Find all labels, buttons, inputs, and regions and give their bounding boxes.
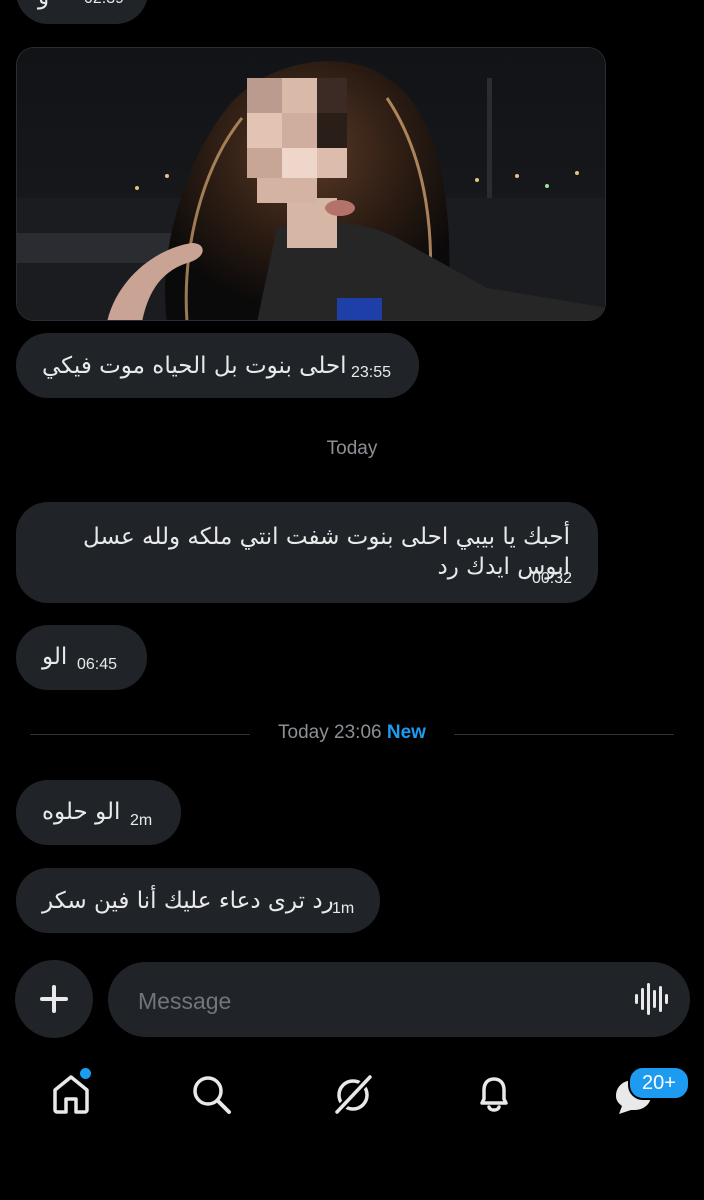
message-time: 02:39 (84, 0, 124, 8)
messages-badge: 20+ (628, 1066, 690, 1100)
plus-icon (40, 985, 68, 1013)
nav-notifications[interactable] (472, 1072, 516, 1116)
date-separator: Today (326, 438, 378, 459)
message-bubble[interactable]: رد ترى دعاء عليك أنا فين سكر 1m (16, 868, 380, 933)
voice-waveform-icon[interactable] (634, 981, 668, 1017)
add-attachment-button[interactable] (15, 960, 93, 1038)
message-input[interactable] (136, 980, 610, 1022)
search-icon (193, 1076, 231, 1114)
message-bubble[interactable]: الو 06:45 (16, 625, 147, 690)
message-time: 2m (130, 812, 153, 829)
message-text: و (38, 0, 49, 12)
message-time: 06:45 (77, 656, 118, 673)
message-bubble[interactable]: أحبك يا بيبي احلى بنوت شفت انتي ملكه ولل… (16, 502, 598, 603)
message-composer (108, 962, 690, 1037)
new-label: New (386, 722, 426, 743)
message-time: 00:32 (531, 570, 572, 587)
message-text: أحبك يا بيبي احلى بنوت شفت انتي ملكه ولل… (83, 524, 570, 580)
message-text: احلى بنوت بل الحياه موت فيكي (42, 353, 347, 379)
message-time: 1m (332, 900, 355, 917)
message-bubble[interactable]: احلى بنوت بل الحياه موت فيكي 23:55 (16, 333, 419, 398)
grok-icon (333, 1073, 374, 1116)
message-text: الو حلوه (42, 799, 121, 825)
notifications-icon (480, 1077, 508, 1112)
message-bubble[interactable]: الو حلوه 2m (16, 780, 181, 845)
photo-image (17, 48, 605, 320)
unread-dot (80, 1068, 91, 1079)
dm-conversation-screen: و 02:39 (0, 0, 704, 1200)
separator-label: Today 23:06 New (30, 722, 674, 744)
message-text: رد ترى دعاء عليك أنا فين سكر (42, 888, 334, 914)
message-text: الو (42, 644, 68, 670)
new-messages-separator: Today 23:06 New (30, 722, 674, 748)
message-time: 23:55 (351, 364, 392, 381)
separator-date: Today 23:06 (278, 722, 382, 743)
message-bubble-partial[interactable]: و 02:39 (16, 0, 148, 24)
nav-search[interactable] (189, 1072, 233, 1116)
image-message[interactable] (16, 47, 606, 321)
nav-grok[interactable] (331, 1072, 375, 1116)
